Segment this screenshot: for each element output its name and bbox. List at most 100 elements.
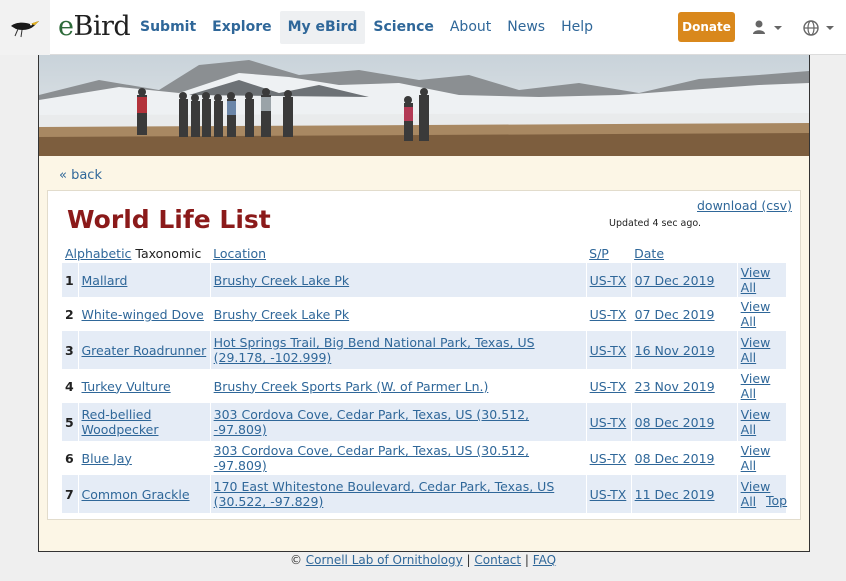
- species-cell: Red-bellied Woodpecker: [78, 403, 211, 441]
- species-cell: White-winged Dove: [78, 297, 211, 331]
- table-row: 5 Red-bellied Woodpecker 303 Cordova Cov…: [62, 403, 788, 441]
- region-link[interactable]: US-TX: [590, 487, 627, 502]
- region-link[interactable]: US-TX: [590, 451, 627, 466]
- table-row: 7 Common Grackle 170 East Whitestone Bou…: [62, 475, 788, 513]
- row-number: 3: [62, 331, 79, 369]
- date-link[interactable]: 11 Dec 2019: [635, 487, 715, 502]
- user-menu-icon[interactable]: [752, 19, 786, 37]
- sp-cell: US-TX: [586, 369, 632, 403]
- location-cell: Brushy Creek Lake Pk: [210, 297, 587, 331]
- sp-cell: US-TX: [586, 441, 632, 475]
- species-link[interactable]: Red-bellied Woodpecker: [82, 407, 159, 437]
- nav-explore[interactable]: Explore: [204, 11, 279, 44]
- date-sort-link[interactable]: Date: [634, 246, 664, 261]
- date-cell: 07 Dec 2019: [631, 297, 738, 331]
- species-cell: Blue Jay: [78, 441, 211, 475]
- region-link[interactable]: US-TX: [590, 415, 627, 430]
- species-cell: Greater Roadrunner: [78, 331, 211, 369]
- region-link[interactable]: US-TX: [590, 379, 627, 394]
- ebird-wordmark[interactable]: eBird: [58, 11, 131, 42]
- cornell-lab-link[interactable]: Cornell Lab of Ornithology: [306, 553, 463, 567]
- back-link[interactable]: « back: [59, 168, 102, 183]
- species-cell: Mallard: [78, 263, 211, 297]
- main-nav: Submit Explore My eBird Science About Ne…: [132, 11, 601, 44]
- view-header: [737, 241, 786, 263]
- location-link[interactable]: Brushy Creek Lake Pk: [214, 307, 350, 322]
- faq-link[interactable]: FAQ: [533, 553, 556, 567]
- view-cell: View All: [737, 441, 788, 475]
- nav-news[interactable]: News: [499, 11, 553, 44]
- logo-mark[interactable]: [0, 0, 50, 55]
- date-link[interactable]: 07 Dec 2019: [635, 273, 715, 288]
- sp-sort-link[interactable]: S/P: [589, 246, 609, 261]
- nav-about[interactable]: About: [442, 11, 499, 44]
- date-link[interactable]: 07 Dec 2019: [635, 307, 715, 322]
- nav-science[interactable]: Science: [365, 11, 441, 44]
- location-header: Location: [210, 241, 586, 263]
- location-link[interactable]: Brushy Creek Sports Park (W. of Parmer L…: [214, 379, 489, 394]
- sort-alphabetic-link[interactable]: Alphabetic: [65, 246, 131, 261]
- date-link[interactable]: 16 Nov 2019: [635, 343, 715, 358]
- date-link[interactable]: 08 Dec 2019: [635, 451, 715, 466]
- view-all-link[interactable]: View All: [741, 407, 771, 437]
- date-link[interactable]: 23 Nov 2019: [635, 379, 715, 394]
- site-header: eBird Submit Explore My eBird Science Ab…: [0, 0, 846, 55]
- date-cell: 07 Dec 2019: [631, 263, 738, 297]
- table-row: 6 Blue Jay 303 Cordova Cove, Cedar Park,…: [62, 441, 788, 475]
- nav-help[interactable]: Help: [553, 11, 601, 44]
- view-all-link[interactable]: View All: [741, 335, 771, 365]
- species-link[interactable]: Blue Jay: [82, 451, 132, 466]
- date-cell: 08 Dec 2019: [631, 403, 738, 441]
- sp-cell: US-TX: [586, 403, 632, 441]
- contact-link[interactable]: Contact: [474, 553, 521, 567]
- table-row: 2 White-winged Dove Brushy Creek Lake Pk…: [62, 297, 788, 331]
- row-number: 5: [62, 403, 79, 441]
- download-csv-link[interactable]: download (csv): [697, 198, 792, 213]
- date-cell: 08 Dec 2019: [631, 441, 738, 475]
- page-title: World Life List: [67, 205, 271, 234]
- date-cell: 11 Dec 2019: [631, 475, 738, 513]
- species-link[interactable]: Greater Roadrunner: [82, 343, 207, 358]
- sp-cell: US-TX: [586, 297, 632, 331]
- location-cell: 303 Cordova Cove, Cedar Park, Texas, US …: [210, 441, 587, 475]
- location-link[interactable]: 303 Cordova Cove, Cedar Park, Texas, US …: [214, 407, 529, 437]
- view-cell: View All: [737, 369, 788, 403]
- nav-my-ebird[interactable]: My eBird: [279, 11, 366, 44]
- species-link[interactable]: Turkey Vulture: [82, 379, 171, 394]
- row-number: 7: [62, 475, 79, 513]
- location-sort-link[interactable]: Location: [213, 246, 266, 261]
- location-cell: Hot Springs Trail, Big Bend National Par…: [210, 331, 587, 369]
- sort-header: Alphabetic Taxonomic: [62, 241, 210, 263]
- sp-cell: US-TX: [586, 475, 632, 513]
- location-link[interactable]: 170 East Whitestone Boulevard, Cedar Par…: [214, 479, 555, 509]
- top-link[interactable]: Top: [766, 493, 787, 508]
- row-number: 1: [62, 263, 79, 297]
- region-link[interactable]: US-TX: [590, 273, 627, 288]
- view-all-link[interactable]: View All: [741, 265, 771, 295]
- location-link[interactable]: Brushy Creek Lake Pk: [214, 273, 350, 288]
- row-number: 6: [62, 441, 79, 475]
- date-header: Date: [631, 241, 737, 263]
- view-all-link[interactable]: View All: [741, 443, 771, 473]
- nav-submit[interactable]: Submit: [132, 11, 204, 44]
- view-cell: View All: [737, 263, 788, 297]
- view-all-link[interactable]: View All: [741, 371, 771, 401]
- site-footer: © Cornell Lab of Ornithology | Contact |…: [0, 552, 846, 568]
- view-all-link[interactable]: View All: [741, 299, 771, 329]
- location-link[interactable]: 303 Cordova Cove, Cedar Park, Texas, US …: [214, 443, 529, 473]
- species-link[interactable]: Mallard: [82, 273, 128, 288]
- date-link[interactable]: 08 Dec 2019: [635, 415, 715, 430]
- date-cell: 16 Nov 2019: [631, 331, 738, 369]
- content-frame: « back download (csv) World Life List Up…: [38, 55, 810, 552]
- banner-photo: [39, 55, 809, 156]
- region-link[interactable]: US-TX: [590, 307, 627, 322]
- species-link[interactable]: White-winged Dove: [82, 307, 204, 322]
- donate-button[interactable]: Donate: [678, 12, 735, 42]
- location-link[interactable]: Hot Springs Trail, Big Bend National Par…: [214, 335, 535, 365]
- globe-icon[interactable]: [802, 18, 838, 38]
- species-link[interactable]: Common Grackle: [82, 487, 190, 502]
- life-list-table: Alphabetic Taxonomic Location S/P Date 1…: [62, 241, 788, 513]
- species-cell: Common Grackle: [78, 475, 211, 513]
- view-cell: View All: [737, 331, 788, 369]
- region-link[interactable]: US-TX: [590, 343, 627, 358]
